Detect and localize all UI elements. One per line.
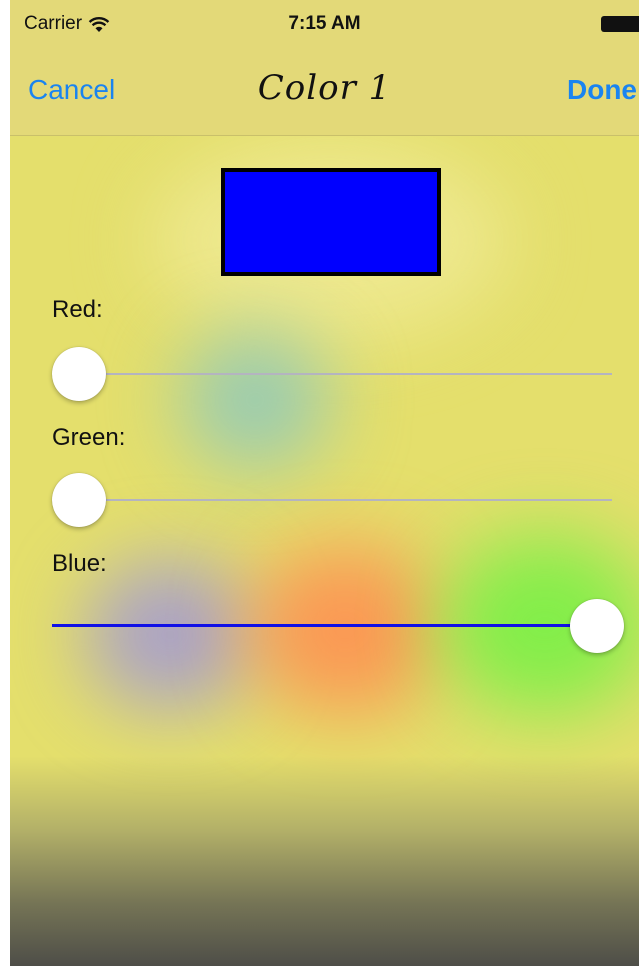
navigation-bar: Cancel Color 1 Done: [10, 42, 639, 136]
red-slider-thumb[interactable]: [52, 347, 106, 401]
green-slider-label: Green:: [52, 424, 126, 451]
green-slider[interactable]: [52, 472, 612, 528]
done-button[interactable]: Done: [567, 74, 637, 106]
battery-icon: [601, 16, 639, 32]
blue-slider-fill: [52, 624, 612, 627]
status-bar: Carrier 7:15 AM: [10, 0, 639, 42]
green-slider-thumb[interactable]: [52, 473, 106, 527]
page-title: Color 1: [257, 68, 392, 108]
color-editor-screen: Carrier 7:15 AM Cancel Color 1 Done Red:…: [10, 0, 639, 966]
red-slider-label: Red:: [52, 296, 103, 323]
blue-slider[interactable]: [52, 598, 624, 654]
red-slider-track: [52, 373, 612, 375]
blue-slider-thumb[interactable]: [570, 599, 624, 653]
background-bottom-shade: [10, 756, 639, 966]
red-slider[interactable]: [52, 346, 612, 402]
green-slider-track: [52, 499, 612, 501]
blue-slider-label: Blue:: [52, 550, 107, 577]
status-time: 7:15 AM: [288, 13, 361, 34]
color-preview-swatch: [221, 168, 441, 276]
